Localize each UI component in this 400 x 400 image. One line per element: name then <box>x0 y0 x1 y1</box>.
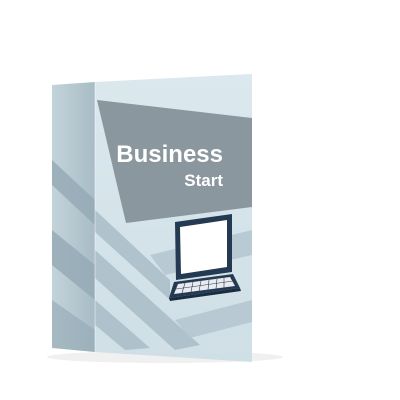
product-box-stage: Business Start <box>0 0 400 400</box>
product-subtitle: Start <box>184 171 223 190</box>
laptop-icon <box>169 214 241 301</box>
software-box: Business Start <box>47 74 283 363</box>
product-title: Business <box>116 141 223 168</box>
